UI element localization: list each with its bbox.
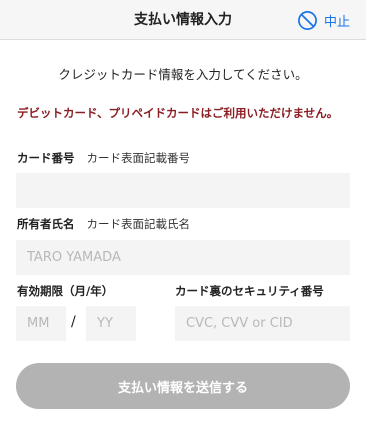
card-number-label: カード番号: [17, 151, 75, 165]
expiry-year-input[interactable]: [86, 306, 136, 341]
holder-name-input[interactable]: [16, 240, 350, 275]
card-restriction-notice: デビットカード、プリペイドカードはご利用いただけません。: [17, 106, 339, 120]
prohibited-circle-icon: [297, 10, 318, 31]
security-code-input[interactable]: [175, 306, 350, 341]
header-bar: 支払い情報入力 中止: [0, 0, 366, 40]
holder-name-hint: カード表面記載氏名: [86, 217, 191, 231]
expiry-separator: /: [71, 314, 76, 330]
expiry-month-input[interactable]: [16, 306, 66, 341]
expiry-label: 有効期限（月/年）: [17, 284, 114, 298]
instruction-text: クレジットカード情報を入力してください。: [58, 67, 308, 82]
submit-payment-button[interactable]: 支払い情報を送信する: [16, 363, 350, 409]
card-number-label-row: カード番号 カード表面記載番号: [17, 150, 190, 166]
expiry-label-row: 有効期限（月/年）: [17, 283, 113, 299]
security-code-label: カード裏のセキュリティ番号: [175, 284, 324, 298]
cancel-label: 中止: [323, 14, 350, 30]
security-code-label-row: カード裏のセキュリティ番号: [175, 283, 324, 299]
holder-name-label: 所有者氏名: [17, 217, 75, 231]
holder-name-label-row: 所有者氏名 カード表面記載氏名: [17, 216, 190, 232]
card-number-hint: カード表面記載番号: [86, 151, 191, 165]
cancel-button[interactable]: 中止: [297, 9, 350, 31]
card-number-input[interactable]: [16, 173, 350, 208]
